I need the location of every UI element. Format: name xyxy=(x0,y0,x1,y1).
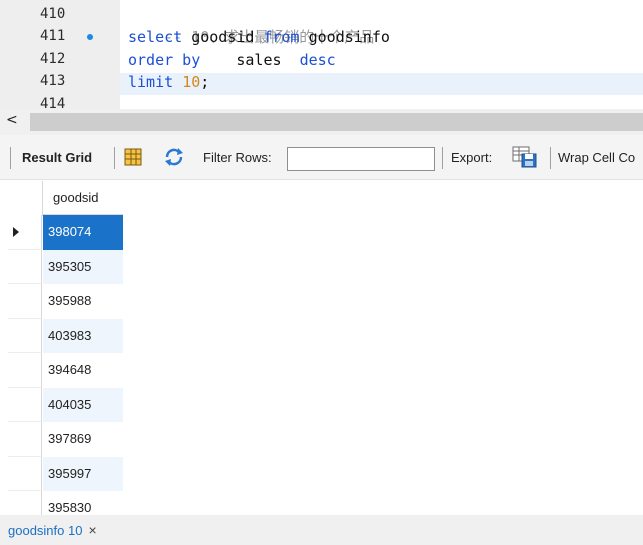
result-toolbar: Result Grid Filter Rows: Export: Wrap Ce… xyxy=(0,135,643,180)
sql-number: 10 xyxy=(182,73,201,91)
table-cell[interactable]: 395988 xyxy=(43,284,123,319)
row-header[interactable] xyxy=(8,249,42,284)
sql-editor[interactable]: 410 411 412 413 414 -- 10、求出最畅销的十个产品 sel… xyxy=(0,0,643,109)
table-row[interactable]: 404035 xyxy=(8,387,123,422)
result-tab-goodsinfo[interactable]: goodsinfo 10 × xyxy=(8,519,97,541)
sql-identifier-goodsinfo: goodsinfo xyxy=(299,28,390,46)
line-number: 411 xyxy=(0,26,120,48)
table-cell[interactable]: 395305 xyxy=(43,249,123,284)
column-header-goodsid[interactable]: goodsid xyxy=(43,181,123,215)
row-header[interactable] xyxy=(8,215,42,250)
line-number: 414 xyxy=(0,94,120,109)
table-row[interactable]: 398074 xyxy=(8,215,123,250)
line-number: 412 xyxy=(0,49,120,71)
table-row[interactable]: 397869 xyxy=(8,422,123,457)
row-header[interactable] xyxy=(8,387,42,422)
current-row-arrow-icon xyxy=(13,227,19,237)
sql-identifier-goodsid: goodsid xyxy=(182,28,264,46)
code-line-412[interactable]: order by sales desc xyxy=(128,49,336,71)
scroll-left-icon[interactable]: < xyxy=(6,112,18,128)
toolbar-separator xyxy=(10,147,11,169)
result-tab-bar: goodsinfo 10 × xyxy=(0,515,643,545)
result-grid-button[interactable]: Result Grid xyxy=(22,150,92,165)
sql-keyword-from: from xyxy=(263,28,300,46)
line-number-411: 411 xyxy=(40,28,66,44)
sql-identifier-sales: sales xyxy=(200,51,300,69)
table-cell[interactable]: 398074 xyxy=(43,215,123,250)
row-header[interactable] xyxy=(8,456,42,491)
row-header[interactable] xyxy=(8,318,42,353)
row-header[interactable] xyxy=(8,491,42,515)
horizontal-scrollbar[interactable]: < xyxy=(0,109,643,135)
table-row[interactable]: 394648 xyxy=(8,353,123,388)
line-number-412: 412 xyxy=(40,51,66,67)
table-row[interactable]: 403983 xyxy=(8,318,123,353)
export-label: Export: xyxy=(451,150,493,165)
table-cell[interactable]: 403983 xyxy=(43,318,123,353)
sql-keyword-desc: desc xyxy=(299,51,336,69)
table-cell[interactable]: 395997 xyxy=(43,456,123,491)
code-line-413[interactable]: limit 10; xyxy=(128,71,209,93)
table-row[interactable]: 395830 xyxy=(8,491,123,515)
line-number-413: 413 xyxy=(40,73,66,89)
result-tab-label[interactable]: goodsinfo 10 xyxy=(8,523,82,538)
line-number: 413 xyxy=(0,71,120,93)
line-number-gutter: 410 411 412 413 414 xyxy=(0,0,120,109)
filter-rows-input[interactable] xyxy=(287,147,435,171)
table-cell[interactable]: 395830 xyxy=(43,491,123,515)
row-header[interactable] xyxy=(8,353,42,388)
line-number-410: 410 xyxy=(40,6,66,22)
code-line-410[interactable]: -- 10、求出最畅销的十个产品 xyxy=(128,4,374,46)
row-header[interactable] xyxy=(8,422,42,457)
sql-semicolon: ; xyxy=(200,73,210,91)
row-header[interactable] xyxy=(8,284,42,319)
table-row[interactable]: 395988 xyxy=(8,284,123,319)
table-cell[interactable]: 394648 xyxy=(43,353,123,388)
sql-keyword-select: select xyxy=(128,28,183,46)
sql-keyword-order-by: order by xyxy=(128,51,201,69)
execution-dot-icon xyxy=(87,34,93,40)
close-icon[interactable]: × xyxy=(88,522,96,538)
wrap-cell-content-button[interactable]: Wrap Cell Co xyxy=(558,150,635,165)
scrollbar-thumb[interactable] xyxy=(30,113,643,131)
toolbar-separator xyxy=(442,147,443,169)
toolbar-separator xyxy=(550,147,551,169)
sql-keyword-limit: limit xyxy=(128,73,174,91)
table-cell[interactable]: 397869 xyxy=(43,422,123,457)
grid-layout-icon[interactable] xyxy=(124,148,142,169)
export-icon[interactable] xyxy=(512,146,538,171)
line-number-414: 414 xyxy=(40,96,66,109)
code-line-411[interactable]: select goodsid from goodsinfo xyxy=(128,26,390,48)
toolbar-separator xyxy=(114,147,115,169)
line-number: 410 xyxy=(0,4,120,26)
refresh-icon[interactable] xyxy=(164,148,184,169)
table-cell[interactable]: 404035 xyxy=(43,387,123,422)
filter-rows-label: Filter Rows: xyxy=(203,150,272,165)
result-grid[interactable]: goodsid 398074 395305 395988 403983 3946… xyxy=(8,181,123,515)
grid-corner-cell[interactable] xyxy=(8,181,43,216)
table-row[interactable]: 395305 xyxy=(8,249,123,284)
table-row[interactable]: 395997 xyxy=(8,456,123,491)
